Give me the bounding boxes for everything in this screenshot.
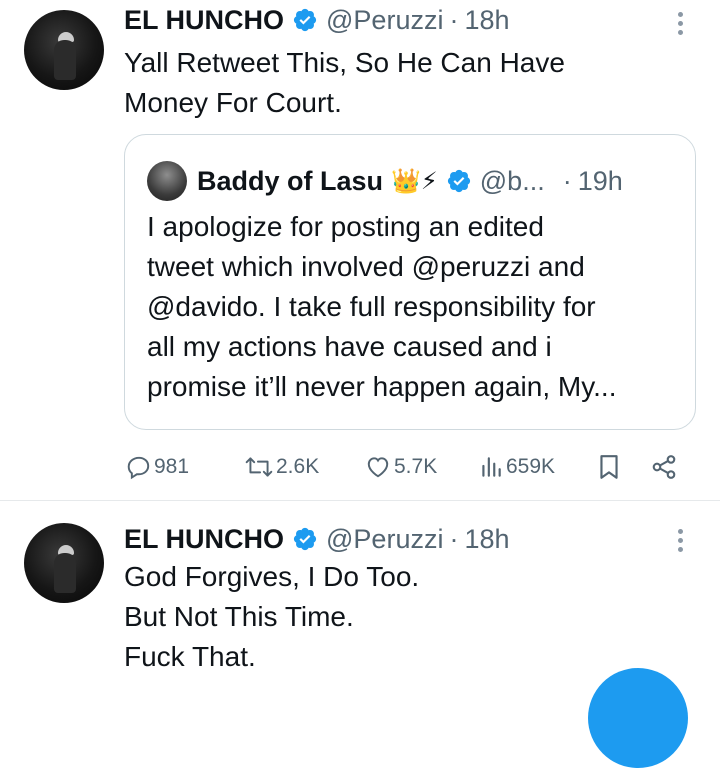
tweet-text: God Forgives, I Do Too. But Not This Tim… <box>124 557 684 677</box>
tweet-header: EL HUNCHO @Peruzzi · 18h <box>124 2 510 38</box>
reply-count: 981 <box>154 455 190 478</box>
tweet-time[interactable]: 18h <box>464 524 509 555</box>
tweet-text-line: Money For Court. <box>124 87 342 118</box>
retweet-icon <box>245 457 273 477</box>
tweet-text-line: But Not This Time. <box>124 601 354 632</box>
tweet-header: EL HUNCHO @Peruzzi · 18h <box>124 521 510 557</box>
tweet-text-line: Yall Retweet This, So He Can Have <box>124 47 565 78</box>
retweet-count: 2.6K <box>276 455 320 478</box>
quoted-avatar <box>147 161 187 201</box>
verified-badge-icon <box>293 8 317 32</box>
quoted-text-line: promise it’ll never happen again, My... <box>147 371 617 402</box>
quoted-tweet[interactable]: Baddy of Lasu 👑⚡ @b... · 19h I apologize… <box>124 134 696 430</box>
views-count: 659K <box>506 455 556 478</box>
like-count: 5.7K <box>394 455 438 478</box>
verified-badge-icon <box>293 527 317 551</box>
more-options-icon[interactable] <box>678 529 684 556</box>
more-options-icon[interactable] <box>678 12 684 39</box>
quoted-text-line: I apologize for posting an edited <box>147 211 544 242</box>
separator-dot: · <box>562 165 572 196</box>
tweet-1[interactable]: EL HUNCHO @Peruzzi · 18h Yall Retweet Th… <box>0 0 720 500</box>
like-button[interactable]: 5.7K <box>364 450 437 484</box>
author-handle[interactable]: @Peruzzi <box>326 524 443 555</box>
views-icon <box>482 457 501 477</box>
tweet-time[interactable]: 18h <box>464 5 509 36</box>
avatar[interactable] <box>24 10 104 90</box>
views-button[interactable]: 659K <box>478 450 555 484</box>
tweet-text-line: Fuck That. <box>124 641 256 672</box>
reply-icon <box>127 456 150 480</box>
tweet-2[interactable]: EL HUNCHO @Peruzzi · 18h God Forgives, I… <box>0 501 720 685</box>
author-name[interactable]: EL HUNCHO <box>124 5 284 36</box>
bookmark-icon <box>600 455 618 479</box>
quoted-tweet-time: 19h <box>577 165 623 196</box>
bookmark-button[interactable] <box>596 450 622 484</box>
quoted-text-line: tweet which involved @peruzzi and <box>147 251 585 282</box>
quoted-text-line: @davido. I take full responsibility for <box>147 291 596 322</box>
quoted-tweet-text: I apologize for posting an edited tweet … <box>147 207 679 407</box>
quoted-author-name: Baddy of Lasu <box>197 165 384 196</box>
tweet-actions: 981 2.6K 5.7K 659K <box>124 450 684 484</box>
quoted-tweet-header: Baddy of Lasu 👑⚡ @b... · 19h <box>197 161 623 201</box>
verified-badge-icon <box>447 169 470 193</box>
avatar[interactable] <box>24 523 104 603</box>
tweet-text: Yall Retweet This, So He Can Have Money … <box>124 43 684 123</box>
quoted-author-handle: @b... <box>479 165 545 196</box>
quoted-author-emoji: 👑⚡ <box>391 167 438 195</box>
share-button[interactable] <box>650 450 678 484</box>
author-handle[interactable]: @Peruzzi <box>326 5 443 36</box>
retweet-button[interactable]: 2.6K <box>244 450 319 484</box>
author-name[interactable]: EL HUNCHO <box>124 524 284 555</box>
share-icon <box>652 455 676 479</box>
compose-button[interactable] <box>588 668 688 768</box>
tweet-text-line: God Forgives, I Do Too. <box>124 561 420 592</box>
like-icon <box>367 457 389 478</box>
separator-dot: · <box>449 4 459 35</box>
quoted-text-line: all my actions have caused and i <box>147 331 552 362</box>
separator-dot: · <box>449 523 459 554</box>
reply-button[interactable]: 981 <box>126 450 189 484</box>
